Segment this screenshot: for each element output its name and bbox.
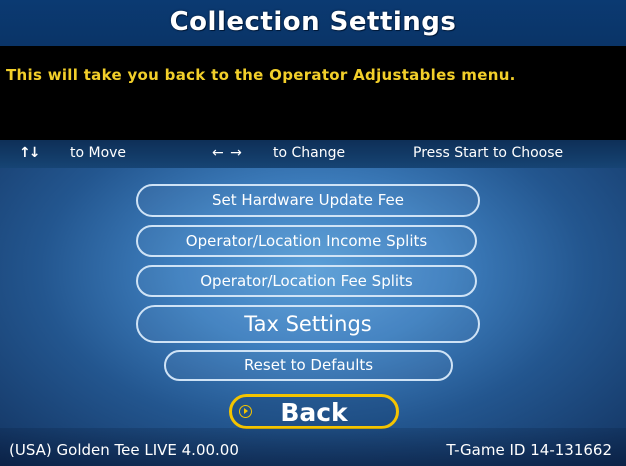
set-hardware-update-fee-button[interactable]: Set Hardware Update Fee <box>136 184 480 217</box>
page-title: Collection Settings <box>169 7 457 37</box>
back-button[interactable]: Back <box>229 394 399 429</box>
menu-item-label: Operator/Location Income Splits <box>185 232 428 250</box>
title-bar: Collection Settings <box>0 0 626 46</box>
footer-bar: (USA) Golden Tee LIVE 4.00.00 T-Game ID … <box>0 428 626 466</box>
move-hint: to Move <box>70 145 127 161</box>
menu-item-label: Set Hardware Update Fee <box>212 191 404 209</box>
reset-to-defaults-button[interactable]: Reset to Defaults <box>164 350 453 381</box>
operator-location-fee-splits-button[interactable]: Operator/Location Fee Splits <box>136 265 477 297</box>
menu-item-label: Tax Settings <box>244 312 372 336</box>
change-hint: to Change <box>273 145 346 161</box>
left-right-arrows-icon: ← → <box>212 145 243 161</box>
operator-location-income-splits-button[interactable]: Operator/Location Income Splits <box>136 225 477 257</box>
menu-item-label: Operator/Location Fee Splits <box>200 272 413 290</box>
game-id-text: T-Game ID 14-131662 <box>446 441 612 459</box>
tax-settings-button[interactable]: Tax Settings <box>136 305 480 343</box>
version-text: (USA) Golden Tee LIVE 4.00.00 <box>9 441 239 459</box>
info-message: This will take you back to the Operator … <box>6 66 516 84</box>
back-label: Back <box>280 398 348 427</box>
up-down-arrows-icon: ↑↓ <box>19 145 41 161</box>
menu-item-label: Reset to Defaults <box>243 356 374 374</box>
choose-hint: Press Start to Choose <box>413 145 564 161</box>
info-panel: This will take you back to the Operator … <box>0 46 626 140</box>
controls-hint-bar: ↑↓ to Move ← → to Change Press Start to … <box>0 140 626 168</box>
